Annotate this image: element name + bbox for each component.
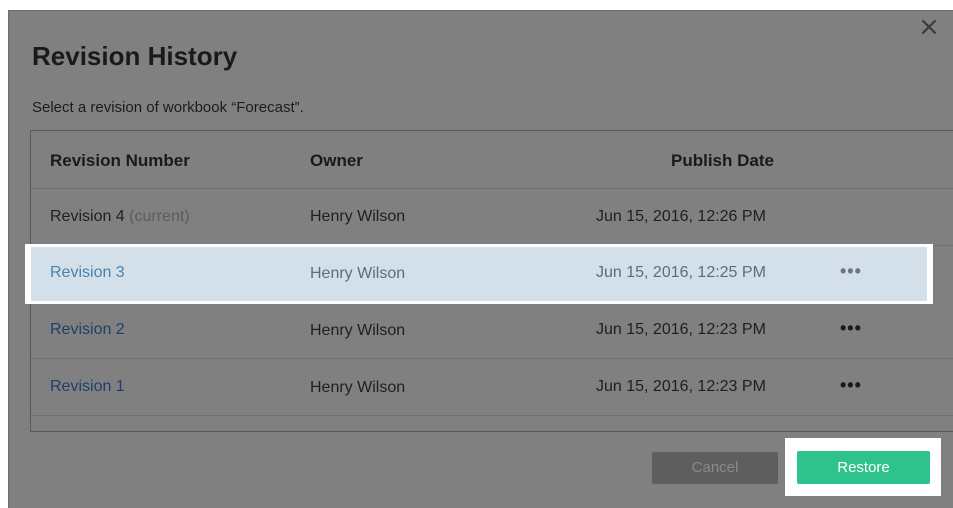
revision-history-screen: × Revision History Select a revision of …	[0, 0, 953, 508]
close-icon[interactable]: ×	[916, 14, 942, 40]
dialog-subtitle: Select a revision of workbook “Forecast”…	[32, 99, 304, 116]
selected-row-background	[31, 247, 927, 301]
revision-number: Revision 4	[50, 208, 125, 225]
column-header-publish-date: Publish Date	[671, 151, 774, 170]
current-badge: (current)	[129, 208, 190, 225]
table-row-selected[interactable]: Revision 3 Henry Wilson Jun 15, 2016, 12…	[25, 244, 933, 304]
owner-name: Henry Wilson	[310, 265, 406, 282]
owner-name: Henry Wilson	[310, 322, 406, 339]
more-options-icon[interactable]: •••	[840, 375, 862, 396]
column-header-owner: Owner	[310, 151, 363, 170]
header-divider	[31, 188, 953, 189]
publish-date: Jun 15, 2016, 12:25 PM	[596, 264, 766, 281]
row-divider	[31, 415, 953, 416]
restore-button-highlight: Restore	[785, 438, 941, 496]
owner-name: Henry Wilson	[310, 379, 406, 396]
cancel-button[interactable]: Cancel	[652, 452, 778, 484]
publish-date: Jun 15, 2016, 12:23 PM	[596, 378, 766, 395]
publish-date: Jun 15, 2016, 12:23 PM	[596, 321, 766, 338]
more-options-icon[interactable]: •••	[840, 318, 862, 339]
row-divider	[31, 358, 953, 359]
owner-name: Henry Wilson	[310, 208, 406, 225]
publish-date: Jun 15, 2016, 12:26 PM	[596, 208, 766, 225]
column-header-revision-number: Revision Number	[50, 151, 190, 170]
dialog-title: Revision History	[32, 41, 238, 71]
restore-button[interactable]: Restore	[797, 451, 930, 484]
more-options-icon[interactable]: •••	[840, 261, 862, 282]
revision-link[interactable]: Revision 1	[50, 378, 125, 396]
revision-link[interactable]: Revision 3	[50, 264, 125, 282]
table-row[interactable]: Revision 4 (current)	[50, 208, 190, 226]
revision-link[interactable]: Revision 2	[50, 321, 125, 339]
